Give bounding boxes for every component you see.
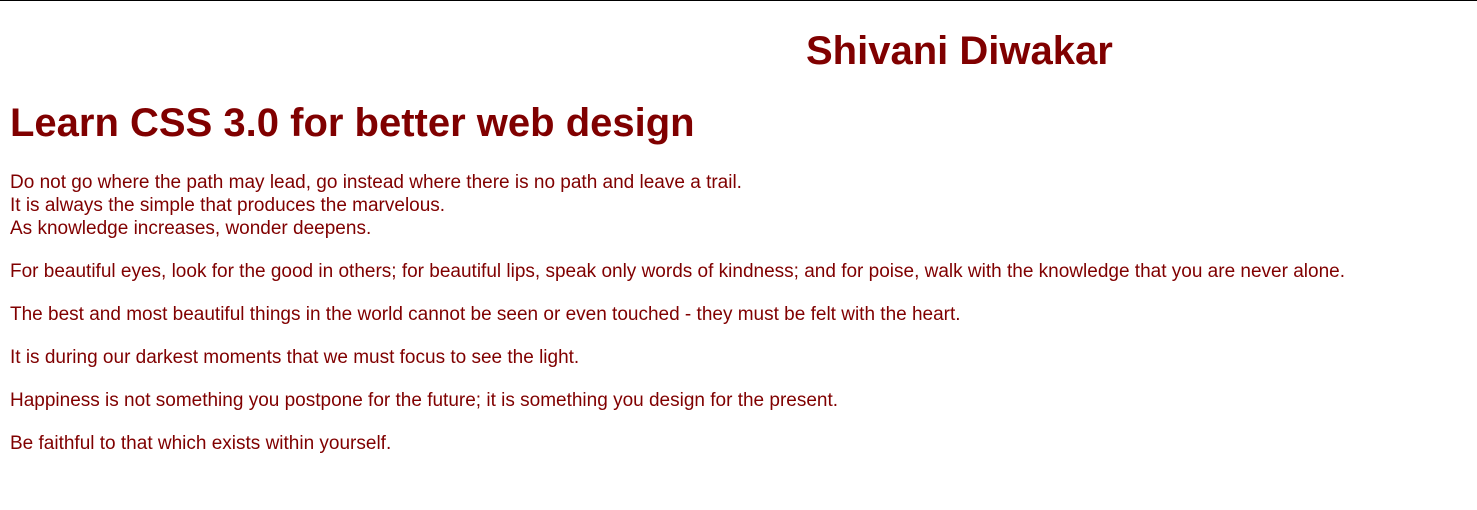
quote-paragraph-6: Be faithful to that which exists within … xyxy=(10,433,392,454)
quote-line: Do not go where the path may lead, go in… xyxy=(10,172,742,193)
author-name: Shivani Diwakar xyxy=(806,29,1113,73)
page: Shivani Diwakar Learn CSS 3.0 for better… xyxy=(0,0,1477,510)
content-area: Do not go where the path may lead, go in… xyxy=(10,171,1470,475)
quote-paragraph-5: Happiness is not something you postpone … xyxy=(10,390,839,411)
page-title: Learn CSS 3.0 for better web design xyxy=(10,101,695,145)
quote-line: It is always the simple that produces th… xyxy=(10,195,446,216)
quote-paragraph-1: Do not go where the path may lead, go in… xyxy=(10,171,1470,240)
quote-line: As knowledge increases, wonder deepens. xyxy=(10,218,372,239)
quote-paragraph-2: For beautiful eyes, look for the good in… xyxy=(10,261,1345,282)
quote-paragraph-3: The best and most beautiful things in th… xyxy=(10,304,961,325)
quote-paragraph-4: It is during our darkest moments that we… xyxy=(10,347,580,368)
